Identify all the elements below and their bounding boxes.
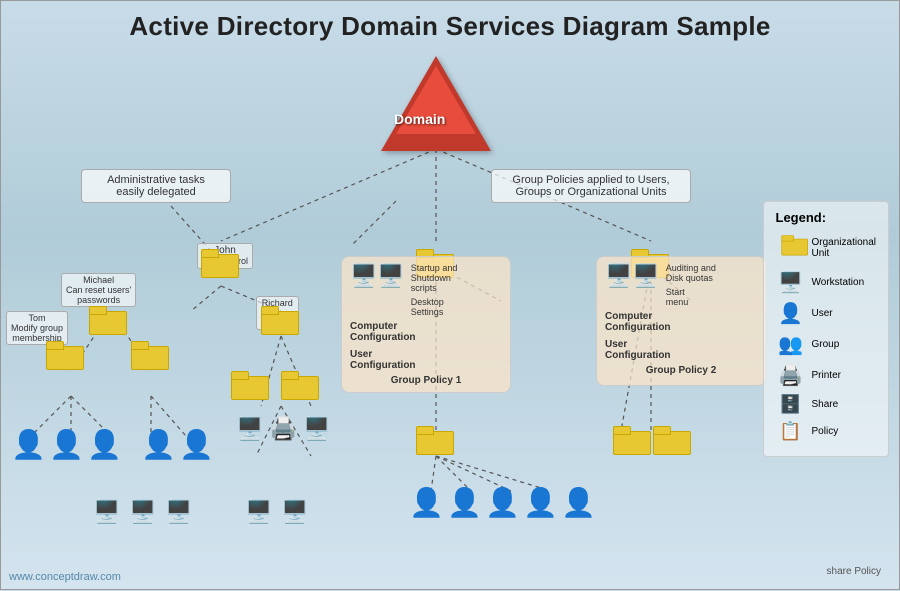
legend-label-ou: OrganizationalUnit [812, 237, 876, 259]
michael-label: MichaelCan reset users'passwords [61, 273, 136, 307]
legend-policy-icon: 📋 [776, 421, 806, 442]
gp1-user-config: UserConfiguration [350, 349, 502, 371]
share-policy-text: share Policy [827, 566, 881, 577]
ou-folder-left-2[interactable] [46, 341, 82, 369]
ou-folder-right-bottom2[interactable] [653, 426, 689, 454]
legend-label-printer: Printer [812, 370, 841, 381]
ou-folder-right-bottom[interactable] [613, 426, 649, 454]
gp1-desktop: DesktopSettings [411, 297, 458, 317]
legend-group-icon: 👥 [776, 332, 806, 357]
gp2-start-menu: Startmenu [666, 287, 716, 307]
gp1-startup: Startup andShutdownscripts [411, 263, 458, 293]
ou-folder-center-bottom[interactable] [416, 426, 452, 454]
user-icon-c3: 👤 [485, 489, 520, 517]
gp2-user-config: UserConfiguration [605, 339, 757, 361]
user-icon-1: 👤 [11, 431, 46, 459]
server-icon-gp2: 🖥️🖥️ [605, 263, 660, 289]
legend-workstation-icon: 🖥️ [776, 270, 806, 295]
legend-row-group: 👥 Group [776, 332, 876, 357]
admin-annotation: Administrative taskseasily delegated [81, 169, 231, 203]
gp2-computer-config: ComputerConfiguration [605, 311, 757, 333]
legend-row-policy: 📋 Policy [776, 421, 876, 442]
legend-row-user: 👤 User [776, 301, 876, 326]
legend-folder-icon [776, 231, 806, 264]
legend-label-group: Group [812, 339, 840, 350]
user-icon-c2: 👤 [447, 489, 482, 517]
legend-row-ou: OrganizationalUnit [776, 231, 876, 264]
user-icon-c5: 👤 [561, 489, 596, 517]
workstation-1: 🖥️ [93, 501, 120, 523]
domain-triangle [381, 56, 491, 151]
domain-label: Domain [394, 111, 445, 127]
legend-label-user: User [812, 308, 833, 319]
workstation-2: 🖥️ [129, 501, 156, 523]
legend-box: Legend: OrganizationalUnit 🖥️ Workstatio… [763, 201, 889, 457]
legend-row-share: 🗄️ Share [776, 394, 876, 415]
workstation-r2: 🖥️ [281, 501, 308, 523]
legend-title: Legend: [776, 210, 876, 225]
watermark: www.conceptdraw.com [9, 571, 121, 583]
legend-row-printer: 🖨️ Printer [776, 363, 876, 388]
ou-folder-right-sub1[interactable] [231, 371, 267, 399]
workstation-3: 🖥️ [165, 501, 192, 523]
legend-user-icon: 👤 [776, 301, 806, 326]
tom-label: TomModify groupmembership [6, 311, 68, 345]
user-icon-c4: 👤 [523, 489, 558, 517]
gp2-auditing: Auditing andDisk quotas [666, 263, 716, 283]
gp2-label: Group Policy 2 [605, 365, 757, 376]
gp-annotation: Group Policies applied to Users,Groups o… [491, 169, 691, 203]
gp1-label: Group Policy 1 [350, 375, 502, 386]
legend-label-policy: Policy [812, 426, 839, 437]
ou-folder-right-sub2[interactable] [281, 371, 317, 399]
page-title: Active Directory Domain Services Diagram… [1, 1, 899, 42]
gp1-computer-config: ComputerConfiguration [350, 321, 502, 343]
legend-printer-icon: 🖨️ [776, 363, 806, 388]
user-icon-c1: 👤 [409, 489, 444, 517]
printer-network: 🖥️ 🖨️ 🖥️ [236, 416, 330, 442]
legend-label-share: Share [812, 399, 839, 410]
workstation-r1: 🖥️ [245, 501, 272, 523]
gp1-box: 🖥️🖥️ Startup andShutdownscripts DesktopS… [341, 256, 511, 393]
ou-folder-left-1[interactable] [89, 306, 125, 334]
ou-folder-left-3[interactable] [131, 341, 167, 369]
user-icon-2: 👤 [49, 431, 84, 459]
ou-folder-main-left[interactable] [201, 249, 237, 277]
ou-folder-richard[interactable] [261, 306, 297, 334]
user-icon-3: 👤 [87, 431, 122, 459]
server-icon-gp1: 🖥️🖥️ [350, 263, 405, 289]
user-icon-5: 👤 [179, 431, 214, 459]
legend-share-icon: 🗄️ [776, 394, 806, 415]
gp2-box: 🖥️🖥️ Auditing andDisk quotas Startmenu C… [596, 256, 766, 386]
legend-row-workstation: 🖥️ Workstation [776, 270, 876, 295]
user-icon-4: 👤 [141, 431, 176, 459]
legend-label-workstation: Workstation [812, 277, 865, 288]
